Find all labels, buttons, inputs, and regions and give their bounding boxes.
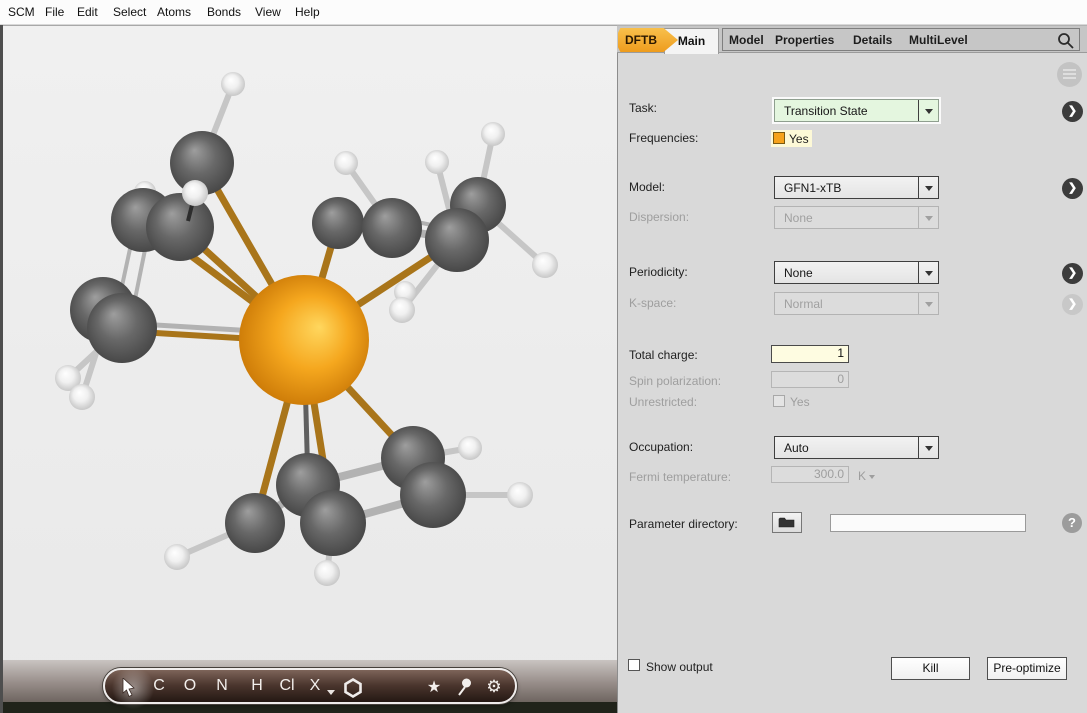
atom-C[interactable] — [425, 208, 489, 272]
menu-scm[interactable]: SCM — [8, 5, 35, 19]
periodicity-dropdown[interactable]: None — [774, 261, 939, 284]
parameter-directory-input[interactable] — [830, 514, 1026, 532]
dispersion-label: Dispersion: — [629, 210, 689, 224]
element-button-c[interactable]: C — [151, 677, 167, 695]
unrestricted-checkbox — [773, 395, 785, 407]
browse-folder-button[interactable] — [772, 512, 802, 533]
element-x-dropdown-arrow[interactable] — [327, 690, 335, 695]
show-output-label: Show output — [646, 660, 713, 674]
periodicity-label: Periodicity: — [629, 265, 688, 279]
unrestricted-label: Unrestricted: — [629, 395, 697, 409]
dropdown-arrow-icon[interactable] — [918, 262, 938, 283]
dispersion-dropdown: None — [774, 206, 939, 229]
kspace-dropdown: Normal — [774, 292, 939, 315]
gear-icon[interactable]: ⚙ — [484, 677, 504, 697]
total-charge-label: Total charge: — [629, 348, 698, 362]
atom-C[interactable] — [400, 462, 466, 528]
dropdown-arrow-icon[interactable] — [918, 100, 938, 121]
tab-section-group: Model Properties Details MultiLevel — [722, 28, 1080, 51]
folder-icon — [778, 516, 796, 529]
occupation-dropdown[interactable]: Auto — [774, 436, 939, 459]
atom-H[interactable] — [334, 151, 358, 175]
atom-H[interactable] — [69, 384, 95, 410]
atom-H[interactable] — [182, 180, 208, 206]
task-label: Task: — [629, 101, 657, 115]
menu-atoms[interactable]: Atoms — [157, 5, 191, 19]
cursor-tool-icon[interactable] — [122, 678, 136, 697]
atom-H[interactable] — [221, 72, 245, 96]
unrestricted-yes-label: Yes — [790, 395, 810, 409]
task-dropdown[interactable]: Transition State — [774, 99, 939, 122]
search-icon[interactable] — [1057, 32, 1075, 50]
atom-H[interactable] — [314, 560, 340, 586]
element-button-n[interactable]: N — [214, 677, 230, 695]
help-icon[interactable]: ? — [1062, 513, 1082, 533]
menu-help[interactable]: Help — [295, 5, 320, 19]
kill-button[interactable]: Kill — [891, 657, 970, 680]
menu-view[interactable]: View — [255, 5, 281, 19]
atom-H[interactable] — [389, 297, 415, 323]
element-button-h[interactable]: H — [249, 677, 265, 695]
atom-H[interactable] — [164, 544, 190, 570]
atom-M[interactable] — [239, 275, 369, 405]
preoptimize-button[interactable]: Pre-optimize — [987, 657, 1067, 680]
frequencies-label: Frequencies: — [629, 131, 698, 145]
input-panel — [617, 25, 1087, 713]
balloon-pointer-icon[interactable] — [457, 678, 473, 698]
ring-tool-icon[interactable] — [343, 678, 363, 698]
frequencies-checkbox[interactable] — [773, 132, 785, 144]
atom-C[interactable] — [225, 493, 285, 553]
model-label: Model: — [629, 180, 665, 194]
show-output-checkbox[interactable] — [628, 659, 640, 671]
kspace-detail-chevron: ❯ — [1062, 294, 1083, 315]
dropdown-arrow-icon[interactable] — [918, 437, 938, 458]
parameter-directory-label: Parameter directory: — [629, 517, 738, 531]
spin-polarization-input: 0 — [771, 371, 849, 388]
menu-bonds[interactable]: Bonds — [207, 5, 241, 19]
atom-C[interactable] — [300, 490, 366, 556]
fermi-temperature-label: Fermi temperature: — [629, 470, 731, 484]
element-button-o[interactable]: O — [182, 677, 198, 695]
atom-C[interactable] — [87, 293, 157, 363]
tab-multilevel[interactable]: MultiLevel — [909, 33, 968, 47]
atom-C[interactable] — [312, 197, 364, 249]
periodicity-detail-chevron[interactable]: ❯ — [1062, 263, 1083, 284]
total-charge-input[interactable]: 1 — [771, 345, 849, 363]
element-button-cl[interactable]: Cl — [277, 677, 297, 695]
molecule-3d-render[interactable] — [0, 25, 617, 702]
dropdown-arrow-icon — [918, 207, 938, 228]
atom-H[interactable] — [425, 150, 449, 174]
atom-C[interactable] — [146, 193, 214, 261]
atom-H[interactable] — [507, 482, 533, 508]
unit-dropdown-arrow — [869, 475, 875, 479]
tab-details[interactable]: Details — [853, 33, 892, 47]
atom-H[interactable] — [481, 122, 505, 146]
panel-menu-icon — [1057, 62, 1082, 87]
menu-select[interactable]: Select — [113, 5, 146, 19]
dropdown-arrow-icon[interactable] — [918, 177, 938, 198]
task-detail-chevron[interactable]: ❯ — [1062, 101, 1083, 122]
element-button-x[interactable]: X — [307, 677, 323, 695]
tab-model[interactable]: Model — [729, 33, 764, 47]
panel-tab-bar: DFTB Main Model Properties Details Multi… — [617, 25, 1087, 53]
tab-properties[interactable]: Properties — [775, 33, 834, 47]
atom-C[interactable] — [362, 198, 422, 258]
star-icon[interactable]: ★ — [425, 677, 443, 697]
spin-polarization-label: Spin polarization: — [629, 374, 721, 388]
menu-edit[interactable]: Edit — [77, 5, 98, 19]
menu-bar: SCM File Edit Select Atoms Bonds View He… — [0, 0, 1087, 25]
fermi-unit: K — [858, 469, 875, 483]
kspace-label: K-space: — [629, 296, 676, 310]
element-toolbar: C O N H Cl X ★ ⚙ — [103, 668, 517, 704]
fermi-temperature-input: 300.0 — [771, 466, 849, 483]
dropdown-arrow-icon — [918, 293, 938, 314]
menu-file[interactable]: File — [45, 5, 64, 19]
occupation-label: Occupation: — [629, 440, 693, 454]
frequencies-yes-label: Yes — [789, 132, 809, 146]
model-dropdown[interactable]: GFN1-xTB — [774, 176, 939, 199]
atom-H[interactable] — [458, 436, 482, 460]
model-detail-chevron[interactable]: ❯ — [1062, 178, 1083, 199]
atom-H[interactable] — [532, 252, 558, 278]
